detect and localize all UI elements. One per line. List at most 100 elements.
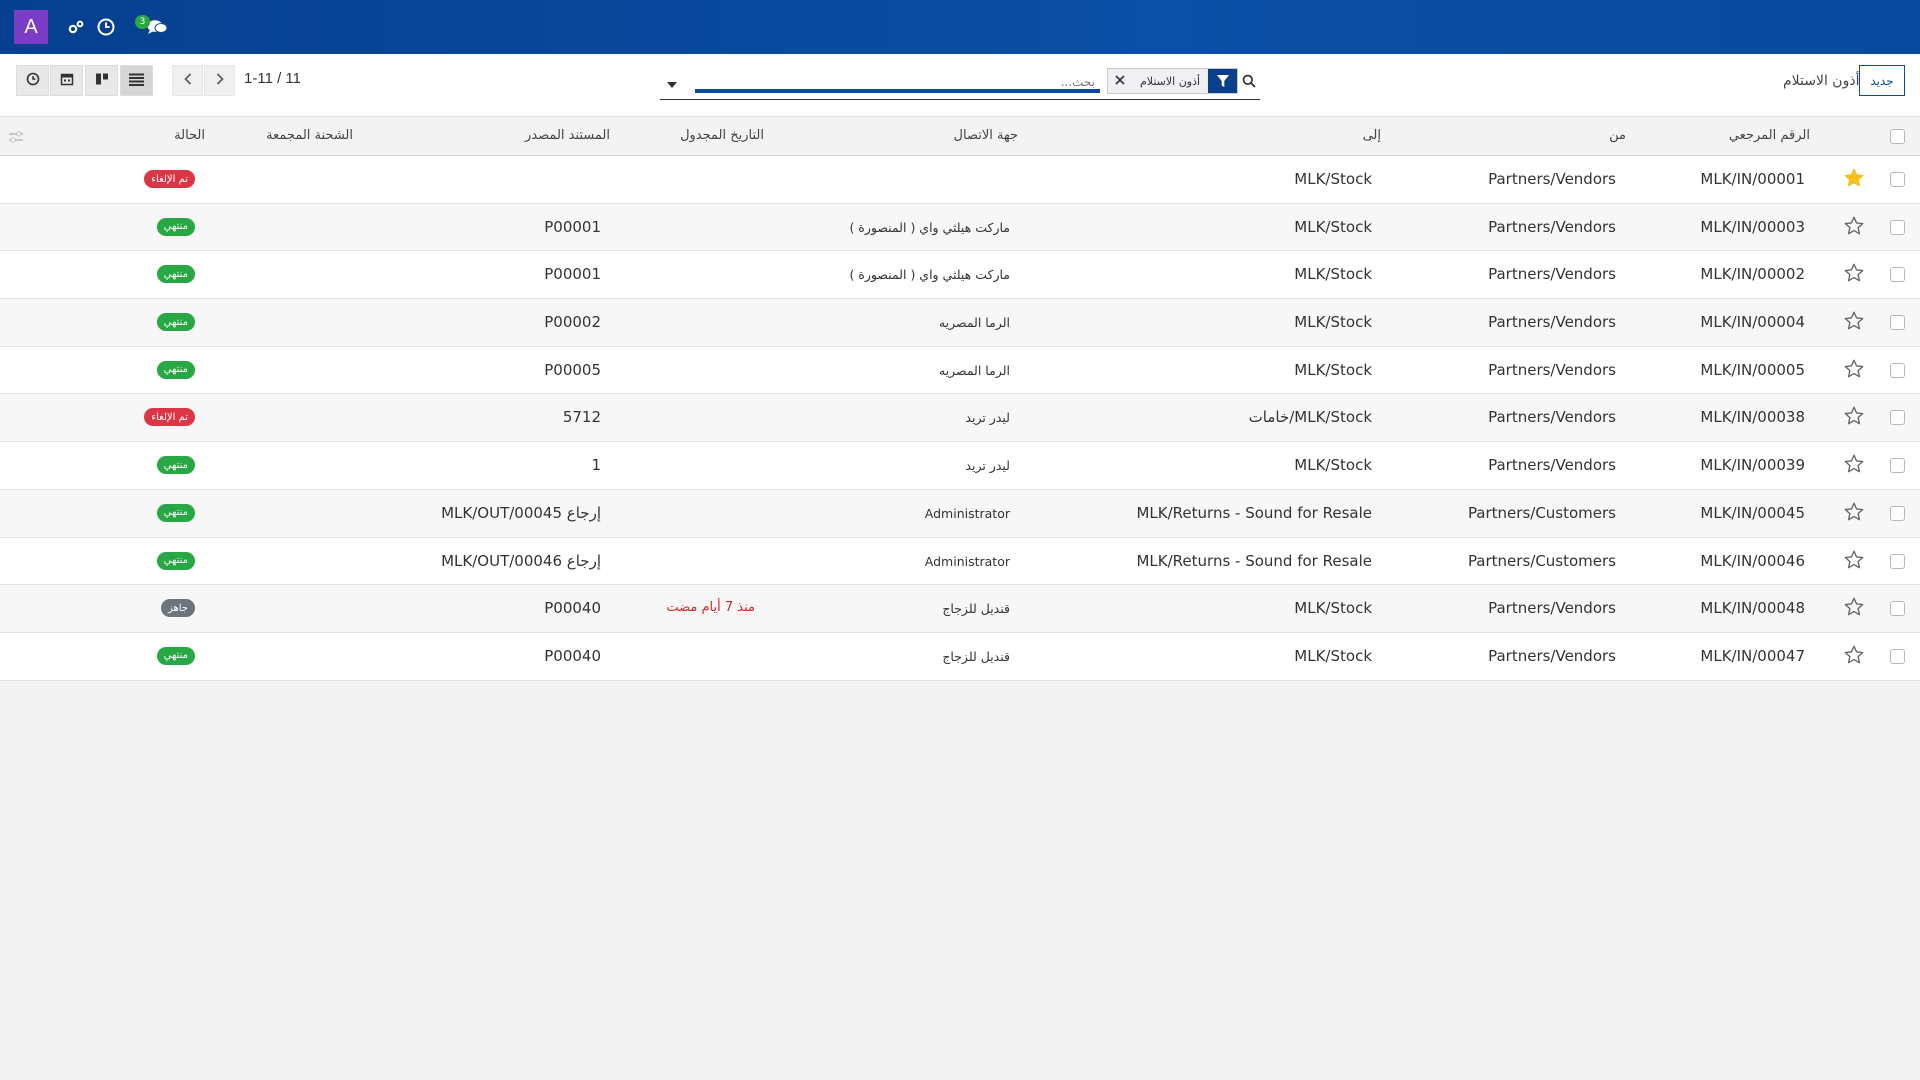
header-source[interactable]: المستند المصدر [525, 128, 610, 143]
header-reference[interactable]: الرقم المرجعي [1729, 128, 1810, 143]
search-button[interactable] [1238, 72, 1260, 94]
close-icon [1115, 73, 1125, 89]
status-badge: تم الإلغاء [144, 170, 195, 188]
row-checkbox[interactable] [1890, 553, 1905, 569]
status-badge: منتهي [156, 265, 195, 284]
header-batch[interactable]: الشحنة المجمعة [266, 128, 353, 143]
clock-icon[interactable] [96, 17, 116, 37]
view-activity-button[interactable] [16, 65, 49, 96]
cell-contact: ماركت هيلثي واي ( المنصورة ) [849, 219, 1010, 235]
search-icon [1242, 74, 1256, 92]
table-header: الشحنة المجمعة الحالة التاريخ المجدول جه… [0, 117, 1920, 156]
row-checkbox[interactable] [1890, 315, 1905, 331]
cell-reference: MLK/IN/00002 [1700, 265, 1805, 284]
header-to[interactable]: إلى [1363, 128, 1381, 143]
new-button[interactable]: جديد [1859, 65, 1905, 96]
status-badge: منتهي [156, 646, 195, 665]
cell-from: Partners/Vendors [1488, 313, 1616, 332]
cell-to: MLK/Stock [1294, 217, 1372, 236]
table-row[interactable]: MLK/IN/00003 Partners/Vendors MLK/Stock مار… [0, 203, 1920, 252]
star-icon[interactable] [1843, 501, 1865, 523]
search-input[interactable] [700, 72, 1095, 92]
header-status[interactable]: الحالة [174, 128, 205, 143]
breadcrumb: أذون الاستلام [1783, 73, 1860, 89]
star-icon[interactable] [1843, 549, 1865, 571]
cell-to: MLK/Returns - Sound for Resale [1136, 551, 1372, 570]
cell-source: P00001 [544, 217, 601, 236]
star-icon[interactable] [1843, 644, 1865, 666]
status-badge: منتهي [156, 217, 195, 236]
star-icon[interactable] [1843, 310, 1865, 332]
caret-down-icon [667, 74, 677, 92]
star-icon[interactable] [1843, 596, 1865, 618]
pager-next-button[interactable] [204, 65, 235, 96]
header-from[interactable]: من [1609, 128, 1626, 143]
search-facet: أذون الاستلام [1107, 68, 1238, 94]
cell-from: Partners/Vendors [1488, 265, 1616, 284]
table-row[interactable]: MLK/IN/00048 Partners/Vendors MLK/Stock قند… [0, 585, 1920, 633]
row-checkbox[interactable] [1890, 219, 1905, 235]
user-avatar[interactable]: A [14, 10, 48, 44]
optional-columns-toggle[interactable] [8, 130, 24, 144]
table-row[interactable]: MLK/IN/00004 Partners/Vendors MLK/Stock الر… [0, 299, 1920, 347]
cell-reference: MLK/IN/00038 [1700, 408, 1805, 427]
calendar-icon [60, 72, 74, 90]
table-row[interactable]: MLK/IN/00038 Partners/Vendors MLK/Stock/خا… [0, 394, 1920, 443]
cell-contact: الرما المصريه [938, 315, 1010, 331]
star-filled-icon[interactable] [1843, 167, 1865, 189]
sliders-icon [8, 130, 24, 148]
table-row[interactable]: MLK/IN/00002 Partners/Vendors MLK/Stock مار… [0, 251, 1920, 300]
search-options-toggle[interactable] [660, 74, 684, 92]
cell-source: P00040 [544, 599, 601, 618]
status-badge: منتهي [156, 503, 195, 522]
cell-contact: قنديل للزجاج [942, 648, 1010, 664]
row-checkbox[interactable] [1890, 601, 1905, 617]
star-icon[interactable] [1843, 358, 1865, 380]
row-checkbox[interactable] [1890, 172, 1905, 187]
select-all-checkbox[interactable] [1890, 129, 1905, 144]
star-icon[interactable] [1843, 453, 1865, 475]
cell-contact: قنديل للزجاج [942, 601, 1010, 617]
cell-reference: MLK/IN/00001 [1700, 170, 1805, 188]
facet-remove-button[interactable] [1108, 69, 1132, 93]
cogs-icon[interactable] [66, 17, 86, 37]
cell-source: إرجاع MLK/OUT/00045 [441, 503, 601, 522]
cell-from: Partners/Vendors [1488, 599, 1616, 618]
cell-reference: MLK/IN/00048 [1700, 599, 1805, 618]
table-row[interactable]: MLK/IN/00046 Partners/Customers MLK/Return… [0, 537, 1920, 586]
table-row[interactable]: MLK/IN/00047 Partners/Vendors MLK/Stock قند… [0, 632, 1920, 681]
chevron-left-icon [183, 71, 193, 90]
pager-previous-button[interactable] [172, 65, 203, 96]
status-badge: تم الإلغاء [144, 408, 195, 427]
cell-from: Partners/Vendors [1488, 456, 1616, 475]
table-row[interactable]: MLK/IN/00005 Partners/Vendors MLK/Stock الر… [0, 346, 1920, 395]
row-checkbox[interactable] [1890, 410, 1905, 426]
header-contact[interactable]: جهة الاتصال [954, 128, 1018, 143]
list-icon [129, 72, 144, 90]
pager-value[interactable]: 1-11 / 11 [244, 70, 301, 87]
row-checkbox[interactable] [1890, 458, 1905, 474]
table-row[interactable]: MLK/IN/00001 Partners/Vendors MLK/Stock تم … [0, 156, 1920, 204]
star-icon[interactable] [1843, 262, 1865, 284]
star-icon[interactable] [1843, 215, 1865, 237]
view-calendar-button[interactable] [50, 65, 83, 96]
cell-source: P00002 [544, 313, 601, 332]
cell-contact: Administrator [924, 505, 1010, 521]
view-list-button[interactable] [120, 65, 153, 96]
row-checkbox[interactable] [1890, 505, 1905, 521]
row-checkbox[interactable] [1890, 648, 1905, 664]
view-kanban-button[interactable] [85, 65, 118, 96]
header-scheduled[interactable]: التاريخ المجدول [680, 128, 764, 143]
star-icon[interactable] [1843, 405, 1865, 427]
cell-to: MLK/Returns - Sound for Resale [1136, 503, 1372, 522]
table-row[interactable]: MLK/IN/00045 Partners/Customers MLK/Return… [0, 489, 1920, 538]
cell-source: P00040 [544, 646, 601, 665]
status-badge: منتهي [156, 313, 195, 332]
row-checkbox[interactable] [1890, 362, 1905, 378]
row-checkbox[interactable] [1890, 267, 1905, 283]
table-row[interactable]: MLK/IN/00039 Partners/Vendors MLK/Stock ليد… [0, 442, 1920, 490]
cell-from: Partners/Customers [1467, 503, 1616, 522]
cell-to: MLK/Stock [1294, 456, 1372, 475]
search-bar: أذون الاستلام [660, 66, 1260, 100]
messages-count-badge: 3 [135, 15, 150, 29]
